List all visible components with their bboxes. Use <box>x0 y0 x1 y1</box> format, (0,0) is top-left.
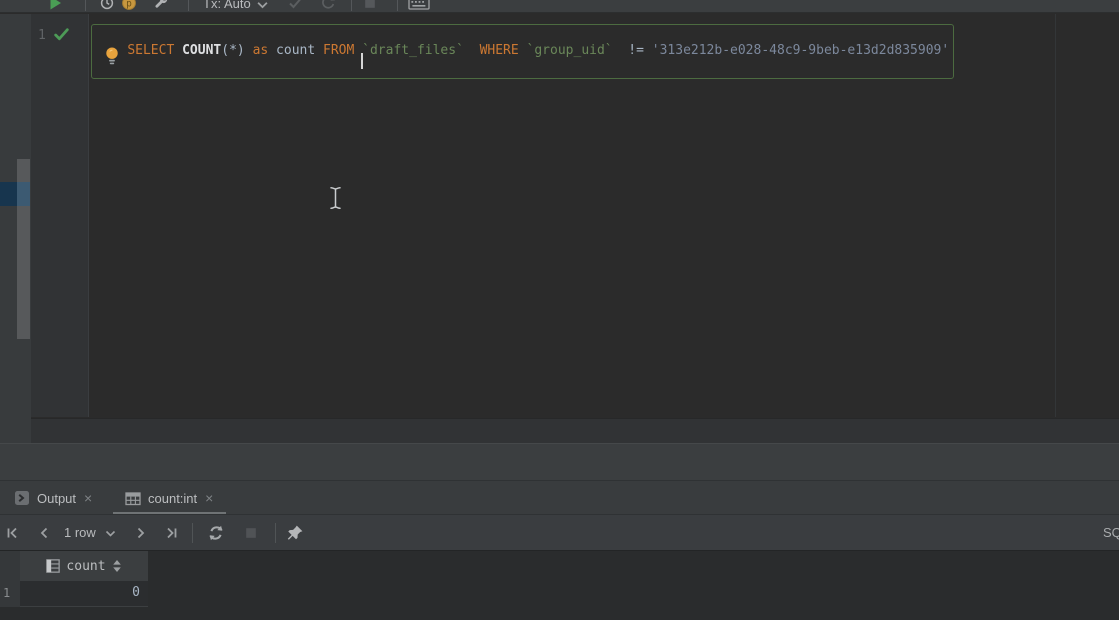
tree-selected-row[interactable] <box>0 182 17 206</box>
editor-bottom-band <box>31 418 1119 443</box>
commit-check-icon[interactable] <box>287 0 303 11</box>
sql-token: ) <box>236 43 253 58</box>
history-clock-icon[interactable] <box>99 0 115 11</box>
tree-selected-row-overlap <box>17 182 30 206</box>
pin-icon[interactable] <box>286 524 304 542</box>
sql-token: != <box>628 43 644 58</box>
sql-token: count <box>276 43 316 58</box>
editor-gutter <box>31 14 89 417</box>
toolbar-separator <box>351 0 352 11</box>
close-icon[interactable]: × <box>83 491 93 505</box>
next-page-icon[interactable] <box>133 525 149 541</box>
line-number: 1 <box>38 28 46 43</box>
sql-token: `group_uid` <box>526 43 613 58</box>
svg-text:p: p <box>126 0 132 9</box>
toolbar-separator <box>397 0 398 11</box>
column-header-count[interactable]: count <box>20 551 148 581</box>
result-toolbar: 1 row SQ <box>0 514 1119 550</box>
chevron-down-icon <box>105 530 116 537</box>
tab-label: Output <box>37 490 77 506</box>
statement-success-check-icon[interactable] <box>53 26 70 43</box>
chevron-down-icon <box>257 2 268 9</box>
result-tabbar: Output × count:int × <box>0 480 1119 515</box>
row-number: 1 <box>0 581 20 607</box>
toolbar-separator <box>275 523 276 543</box>
stop-icon[interactable] <box>243 525 259 541</box>
refresh-icon[interactable] <box>207 524 225 542</box>
run-icon[interactable] <box>47 0 63 11</box>
result-grid: count 1 0 <box>0 550 1119 620</box>
tx-mode-selector[interactable]: Tx: Auto <box>203 0 251 11</box>
sql-token: FROM <box>323 43 363 58</box>
sql-token: as <box>252 43 269 58</box>
column-icon <box>46 559 61 573</box>
rollback-icon[interactable] <box>320 0 336 11</box>
keyboard-icon[interactable] <box>408 0 430 11</box>
last-page-icon[interactable] <box>164 525 180 541</box>
right-margin-guide <box>1055 14 1056 417</box>
tool-window-header-band <box>0 443 1119 480</box>
column-header-label: count <box>66 558 106 574</box>
page-size-selector[interactable]: 1 row <box>64 525 96 540</box>
tab-label: count:int <box>148 490 198 506</box>
sort-icon[interactable] <box>112 559 122 573</box>
toolbar-separator <box>85 0 86 11</box>
sql-token: WHERE <box>479 43 519 58</box>
stop-icon[interactable] <box>362 0 378 11</box>
intention-bulb-icon[interactable] <box>104 46 120 67</box>
tab-output[interactable]: Output × <box>2 481 105 515</box>
coin-icon[interactable]: p <box>121 0 137 11</box>
previous-page-icon[interactable] <box>36 525 52 541</box>
console-toolbar: p Tx: Auto <box>0 0 1119 13</box>
first-page-icon[interactable] <box>4 525 20 541</box>
terminal-icon <box>15 491 29 505</box>
table-icon <box>125 491 141 505</box>
ibeam-cursor <box>330 187 341 209</box>
sql-console-window: p Tx: Auto 1 SELECT COUNT(*) as count FR… <box>0 0 1119 620</box>
sql-token: ( <box>221 43 230 58</box>
sql-token: '313e212b-e028-48c9-9beb-e13d2d835909' <box>651 43 950 58</box>
left-panel-edge <box>0 14 31 443</box>
sql-token: `draft_files` <box>362 43 464 58</box>
sql-token: SELECT <box>127 43 183 58</box>
cell-count-value[interactable]: 0 <box>20 581 148 607</box>
wrench-icon[interactable] <box>153 0 169 11</box>
datasource-label: SQ <box>1103 525 1119 540</box>
grid-corner <box>0 551 20 581</box>
close-icon[interactable]: × <box>204 491 214 505</box>
sql-token: COUNT <box>182 43 222 58</box>
toolbar-separator <box>188 0 189 11</box>
toolbar-separator <box>192 523 193 543</box>
sql-token: * <box>229 43 237 58</box>
sql-statement[interactable]: SELECT COUNT(*) as count FROM `draft_fil… <box>91 24 955 79</box>
tab-count-int[interactable]: count:int × <box>113 481 227 515</box>
